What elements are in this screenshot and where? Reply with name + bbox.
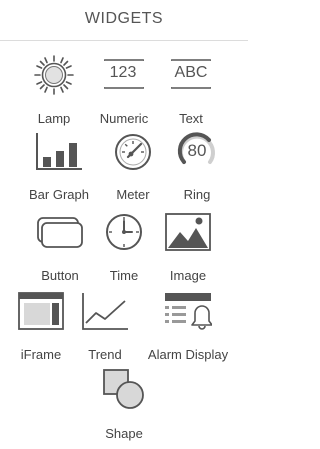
ring-glyph: 80 <box>187 141 207 160</box>
widget-shape[interactable]: Shape <box>84 369 164 446</box>
widget-trend[interactable]: Trend <box>65 291 145 367</box>
panel-title: WIDGETS <box>84 10 164 27</box>
widget-label: Ring <box>183 187 211 202</box>
widget-label: Shape <box>105 426 143 441</box>
widget-alarm-display[interactable]: Alarm Display <box>148 291 228 367</box>
ring-icon: 80 <box>177 131 217 171</box>
clock-icon <box>104 212 144 252</box>
trend-icon <box>82 291 128 331</box>
meter-icon <box>113 131 153 171</box>
numeric-glyph: 123 <box>109 64 137 81</box>
text-glyph: ABC <box>174 64 208 81</box>
shape-icon <box>103 369 144 410</box>
widget-label: Alarm Display <box>147 347 229 362</box>
widget-label: Text <box>179 111 203 126</box>
numeric-icon: 123 <box>104 55 144 95</box>
panel-header: WIDGETS <box>0 0 248 41</box>
bar-graph-icon <box>36 131 82 171</box>
iframe-icon <box>18 291 64 331</box>
image-icon <box>165 212 211 252</box>
alarm-display-icon <box>165 291 212 331</box>
widget-text[interactable]: ABC Text <box>151 55 231 131</box>
widget-image[interactable]: Image <box>148 212 228 288</box>
text-icon: ABC <box>171 55 211 95</box>
widget-ring[interactable]: 80 Ring <box>157 131 237 207</box>
widget-label: Image <box>169 268 207 283</box>
lamp-icon <box>34 55 74 95</box>
button-icon <box>37 212 83 252</box>
